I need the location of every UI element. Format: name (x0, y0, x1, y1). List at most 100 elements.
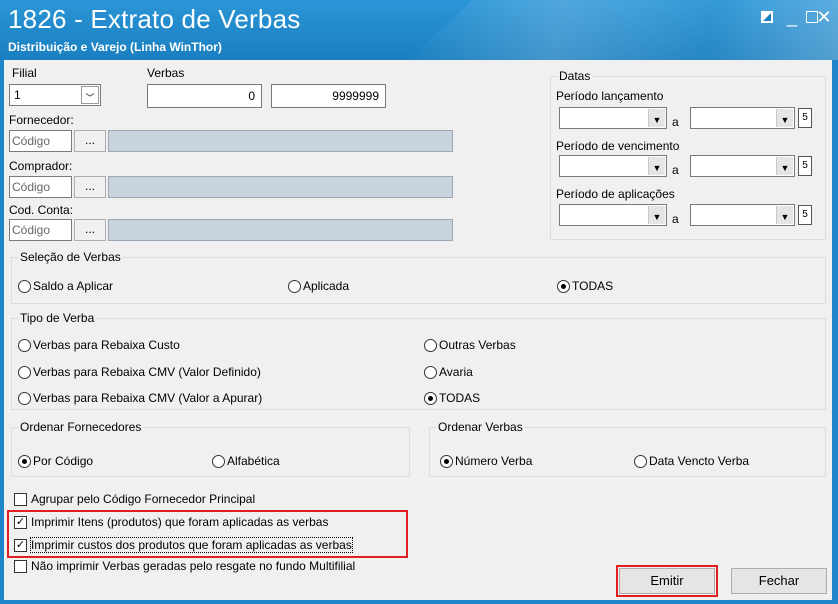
fornecedor-code-input[interactable]: Código (9, 130, 72, 152)
radio-label: Verbas para Rebaixa CMV (Valor a Apurar) (33, 391, 263, 405)
verbas-to-input[interactable]: 9999999 (271, 84, 386, 108)
lancamento-end-date[interactable]: ▼ (690, 107, 795, 129)
radio-label: Avaria (439, 365, 473, 379)
datas-legend: Datas (557, 69, 593, 83)
app-window: 1826 - Extrato de Verbas Distribuição e … (0, 0, 838, 604)
radio-numero-verba[interactable]: Número Verba (440, 454, 532, 468)
radio-label: TODAS (572, 279, 614, 293)
chevron-down-icon[interactable]: ﹀ (81, 86, 99, 104)
date-separator: a (672, 163, 679, 177)
ordem-verbas-group: Ordenar Verbas Número Verba Data Vencto … (429, 420, 826, 477)
lancamento-start-date[interactable]: ▼ (559, 107, 667, 129)
conta-code-input[interactable]: Código (9, 219, 72, 241)
conta-browse-button[interactable]: ... (74, 219, 106, 241)
highlight-checks-frame (7, 510, 408, 558)
tipo-legend: Tipo de Verba (18, 311, 97, 325)
datas-group: Datas Período lançamento ▼ a ▼ 5 Período… (550, 69, 826, 240)
comprador-label: Comprador: (9, 159, 73, 173)
radio-selecao-todas[interactable]: TODAS (557, 279, 613, 293)
dropdown-arrow-icon[interactable]: ▼ (648, 206, 665, 224)
radio-label: Saldo a Aplicar (33, 279, 114, 293)
calendar-icon[interactable]: 5 (798, 108, 812, 128)
fechar-button[interactable]: Fechar (731, 568, 827, 594)
fornecedor-browse-button[interactable]: ... (74, 130, 106, 152)
comprador-browse-button[interactable]: ... (74, 176, 106, 198)
radio-label: Por Código (33, 454, 94, 468)
radio-alfabetica[interactable]: Alfabética (212, 454, 280, 468)
radio-circle (424, 391, 437, 405)
radio-rebaixa-custo[interactable]: Verbas para Rebaixa Custo (18, 338, 180, 352)
title-bar: 1826 - Extrato de Verbas Distribuição e … (0, 0, 838, 60)
highlight-emitir-frame (616, 565, 718, 597)
radio-rebaixa-cmv-apurar[interactable]: Verbas para Rebaixa CMV (Valor a Apurar) (18, 391, 262, 405)
selecao-group: Seleção de Verbas Saldo a Aplicar Aplica… (11, 250, 826, 304)
filial-select[interactable]: 1 ﹀ (9, 84, 101, 106)
aplicacoes-end-date[interactable]: ▼ (690, 204, 795, 226)
radio-label: Alfabética (227, 454, 280, 468)
radio-data-vencto[interactable]: Data Vencto Verba (634, 454, 749, 468)
radio-rebaixa-cmv-definido[interactable]: Verbas para Rebaixa CMV (Valor Definido) (18, 365, 261, 379)
window-subtitle: Distribuição e Varejo (Linha WinThor) (8, 40, 222, 54)
fornecedor-label: Fornecedor: (9, 113, 74, 127)
radio-circle (18, 338, 31, 352)
filial-label: Filial (12, 66, 37, 80)
aplicacoes-start-date[interactable]: ▼ (559, 204, 667, 226)
dropdown-arrow-icon[interactable]: ▼ (648, 157, 665, 175)
radio-label: Verbas para Rebaixa Custo (33, 338, 180, 352)
ordem-fornecedores-legend: Ordenar Fornecedores (18, 420, 144, 434)
radio-label: Data Vencto Verba (649, 454, 750, 468)
window-title: 1826 - Extrato de Verbas (8, 4, 301, 34)
tipo-group: Tipo de Verba Verbas para Rebaixa Custo … (11, 311, 826, 410)
radio-circle (212, 454, 225, 468)
radio-label: TODAS (439, 391, 481, 405)
calendar-icon[interactable]: 5 (798, 156, 812, 176)
client-area: Filial 1 ﹀ Verbas 0 9999999 Fornecedor: … (4, 60, 832, 600)
vencimento-label: Período de vencimento (556, 139, 680, 153)
radio-por-codigo[interactable]: Por Código (18, 454, 93, 468)
conta-name-field (108, 219, 453, 241)
dropdown-arrow-icon[interactable]: ▼ (776, 206, 793, 224)
radio-circle (18, 365, 31, 379)
radio-outras-verbas[interactable]: Outras Verbas (424, 338, 516, 352)
radio-circle (424, 365, 437, 379)
check-agrupar-fornecedor[interactable]: Agrupar pelo Código Fornecedor Principal (14, 492, 255, 506)
comprador-code-input[interactable]: Código (9, 176, 72, 198)
fechar-label: Fechar (758, 573, 800, 588)
vencimento-start-date[interactable]: ▼ (559, 155, 667, 177)
dropdown-arrow-icon[interactable]: ▼ (776, 157, 793, 175)
lancamento-label: Período lançamento (556, 89, 664, 103)
date-separator: a (672, 115, 679, 129)
radio-saldo-aplicar[interactable]: Saldo a Aplicar (18, 279, 113, 293)
dropdown-arrow-icon[interactable]: ▼ (648, 109, 665, 127)
radio-circle (440, 454, 453, 468)
close-icon[interactable]: ✕ (812, 6, 836, 28)
radio-tipo-todas[interactable]: TODAS (424, 391, 480, 405)
radio-circle (18, 279, 31, 293)
radio-circle (424, 338, 437, 352)
calendar-icon[interactable]: 5 (798, 205, 812, 225)
radio-circle (634, 454, 647, 468)
vencimento-end-date[interactable]: ▼ (690, 155, 795, 177)
radio-circle (18, 391, 31, 405)
check-label: Agrupar pelo Código Fornecedor Principal (31, 492, 256, 506)
conta-label: Cod. Conta: (9, 203, 74, 217)
radio-avaria[interactable]: Avaria (424, 365, 473, 379)
radio-label: Número Verba (455, 454, 533, 468)
radio-label: Verbas para Rebaixa CMV (Valor Definido) (33, 365, 261, 379)
check-nao-imprimir-multifilial[interactable]: Não imprimir Verbas geradas pelo resgate… (14, 559, 355, 573)
verbas-from-input[interactable]: 0 (147, 84, 262, 108)
selecao-legend: Seleção de Verbas (18, 250, 123, 264)
radio-label: Outras Verbas (439, 338, 516, 352)
radio-circle (288, 279, 301, 293)
dropdown-arrow-icon[interactable]: ▼ (776, 109, 793, 127)
date-separator: a (672, 212, 679, 226)
checkbox-box (14, 492, 27, 506)
restore-icon[interactable] (755, 6, 779, 28)
radio-circle (18, 454, 31, 468)
verbas-label: Verbas (147, 66, 185, 80)
checkbox-box (14, 559, 27, 573)
radio-aplicada[interactable]: Aplicada (288, 279, 349, 293)
radio-label: Aplicada (303, 279, 350, 293)
ordem-fornecedores-group: Ordenar Fornecedores Por Código Alfabéti… (11, 420, 410, 477)
comprador-name-field (108, 176, 453, 198)
